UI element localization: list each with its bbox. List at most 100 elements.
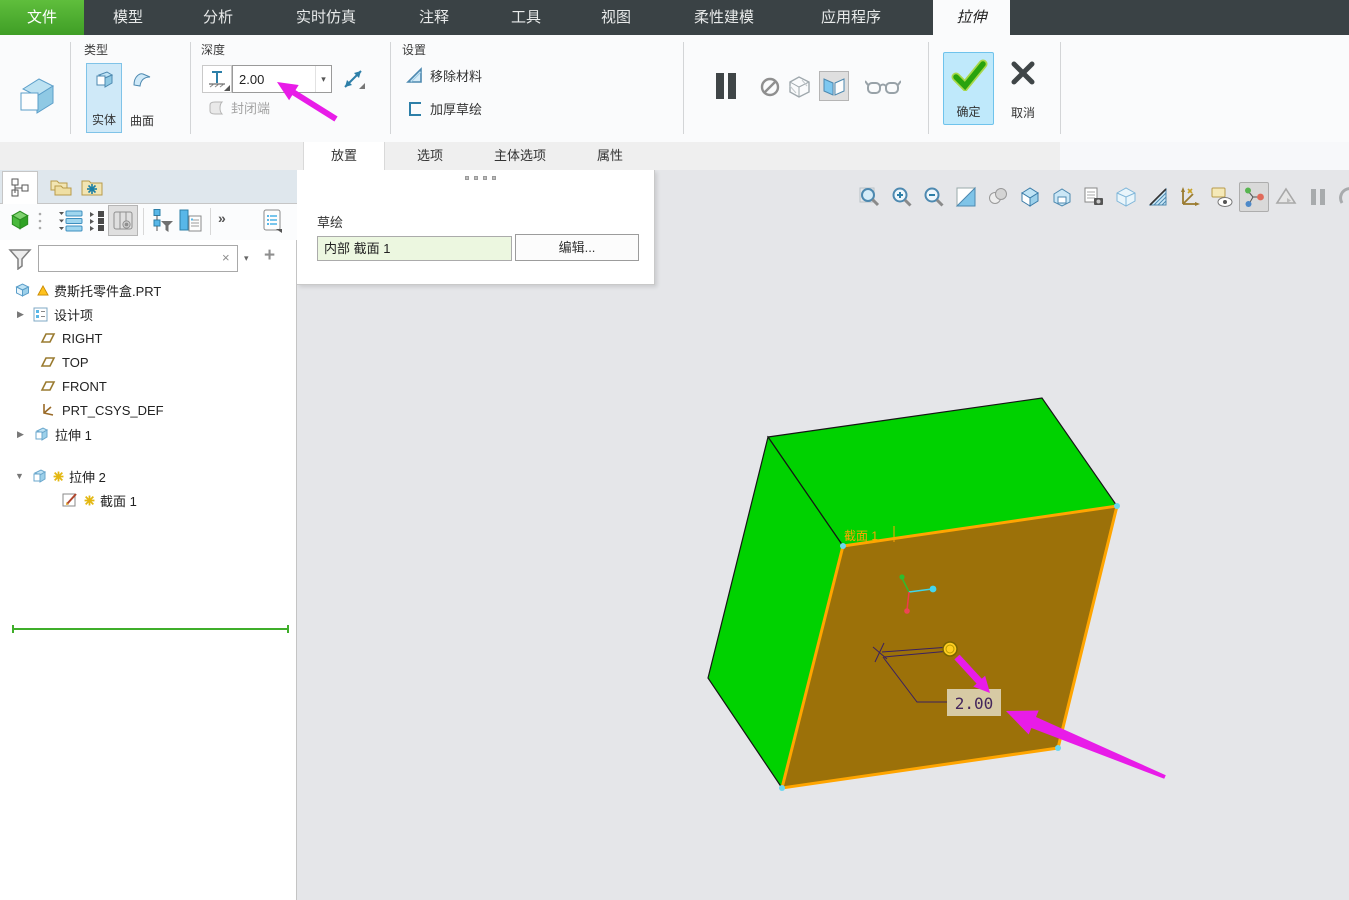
solid-type-button[interactable]: 实体 (86, 63, 122, 133)
thicken-sketch-toggle[interactable]: 加厚草绘 (405, 99, 482, 118)
shading-style-icon[interactable] (983, 182, 1013, 212)
folder-browser-icon[interactable] (42, 171, 78, 204)
expander-icon[interactable]: ▶ (17, 309, 27, 320)
menu-tab-extrude-active[interactable]: 拉伸 (933, 0, 1010, 35)
blind-depth-icon[interactable] (202, 65, 232, 93)
tree-row-extrude2[interactable]: ▼ 拉伸 2 (0, 464, 297, 488)
no-preview-icon[interactable] (758, 76, 782, 98)
edit-sketch-button[interactable]: 编辑... (515, 234, 639, 261)
depth-dropdown-arrow[interactable]: ▾ (315, 66, 331, 92)
tree-label[interactable]: 设计项 (54, 305, 93, 324)
pause-feature-icon[interactable] (711, 71, 741, 101)
section-view-icon[interactable] (1143, 182, 1173, 212)
depth-value-combobox[interactable]: 2.00 ▾ (232, 65, 332, 93)
grip-dots[interactable] (38, 212, 42, 235)
tree-label[interactable]: PRT_CSYS_DEF (62, 403, 164, 418)
depth-value[interactable]: 2.00 (233, 72, 315, 87)
tab-properties[interactable]: 属性 (565, 142, 655, 170)
menu-tab-applications[interactable]: 应用程序 (807, 0, 895, 35)
tree-row-right-plane[interactable]: RIGHT (0, 326, 297, 350)
geometry-preview-icon[interactable] (819, 71, 849, 101)
pause-display-icon[interactable] (1303, 182, 1333, 212)
menu-tab-model[interactable]: 模型 (98, 0, 158, 35)
insertion-locator-line[interactable] (12, 625, 289, 633)
expander-icon[interactable]: ▼ (15, 471, 25, 481)
tab-options[interactable]: 选项 (385, 142, 475, 170)
expander-icon[interactable]: ▶ (17, 429, 27, 440)
menu-tab-flex-modeling[interactable]: 柔性建模 (680, 0, 768, 35)
saved-orientations-icon[interactable] (1047, 182, 1077, 212)
tree-row-front-plane[interactable]: FRONT (0, 374, 297, 398)
menu-tab-view[interactable]: 视图 (586, 0, 646, 35)
tree-label[interactable]: FRONT (62, 379, 107, 394)
display-style-icon[interactable] (1015, 182, 1045, 212)
zoom-to-fit-icon[interactable] (855, 182, 885, 212)
tree-label[interactable]: TOP (62, 355, 89, 370)
zoom-in-icon[interactable] (887, 182, 917, 212)
surface-type-button[interactable]: 曲面 (124, 63, 160, 133)
tree-tab-strip (0, 170, 297, 204)
expand-levels-icon[interactable] (58, 209, 84, 238)
collapse-levels-icon[interactable] (88, 209, 108, 238)
tree-label[interactable]: RIGHT (62, 331, 102, 346)
tree-label[interactable]: 拉伸 1 (55, 425, 92, 444)
depth-drag-handle[interactable] (942, 641, 958, 657)
tab-placement[interactable]: 放置 (303, 142, 385, 170)
cancel-button[interactable]: 取消 (1000, 52, 1046, 125)
tree-row-top-plane[interactable]: TOP (0, 350, 297, 374)
surface-icon (133, 73, 151, 87)
spin-center-icon[interactable] (1239, 182, 1269, 212)
ok-button[interactable]: 确定 (943, 52, 994, 125)
filter-funnel-icon[interactable] (8, 248, 32, 275)
remove-material-toggle[interactable]: 移除材料 (405, 66, 482, 85)
panel-drag-handle[interactable] (465, 176, 496, 180)
tree-columns-icon[interactable] (108, 205, 138, 236)
search-dropdown-icon[interactable]: ▾ (244, 253, 249, 264)
tree-label[interactable]: 拉伸 2 (69, 467, 106, 486)
tree-row-design-items[interactable]: ▶ 设计项 (0, 302, 297, 326)
zoom-out-icon[interactable] (919, 182, 949, 212)
cancel-x-icon (1011, 61, 1035, 85)
add-filter-icon[interactable]: + (264, 245, 275, 267)
clear-search-icon[interactable]: × (222, 250, 230, 265)
tree-filter-icon[interactable] (150, 208, 174, 239)
view-manager-icon[interactable] (1079, 182, 1109, 212)
tree-row-csys[interactable]: PRT_CSYS_DEF (0, 398, 297, 422)
dimension-value[interactable]: 2.00 (955, 694, 994, 713)
clipped-more-icon[interactable] (1335, 182, 1349, 212)
tab-body-options[interactable]: 主体选项 (475, 142, 565, 170)
tree-row-part[interactable]: 费斯托零件盒.PRT (0, 278, 297, 302)
menu-tab-analysis[interactable]: 分析 (188, 0, 248, 35)
menu-tab-annotate[interactable]: 注释 (404, 0, 464, 35)
menu-tab-live-sim[interactable]: 实时仿真 (281, 0, 371, 35)
new-feature-badge (53, 471, 64, 481)
menu-tab-tools[interactable]: 工具 (496, 0, 556, 35)
favorites-folder-icon[interactable] (74, 171, 110, 204)
tree-search-input[interactable] (38, 245, 238, 272)
sketch-reference-field[interactable]: 内部 截面 1 (317, 236, 512, 261)
model-tree-icon[interactable] (2, 171, 38, 204)
datum-plane-icon (40, 381, 56, 391)
tree-row-extrude1[interactable]: ▶ 拉伸 1 (0, 422, 297, 446)
tree-label[interactable]: 截面 1 (100, 491, 137, 510)
wireframe-preview-icon[interactable] (785, 73, 813, 100)
graphics-area[interactable]: 截面 1 2.00 草绘 内部 截面 1 编辑... (297, 170, 1349, 900)
verify-glasses-icon[interactable] (864, 76, 902, 98)
sketch-section-label: 草绘 (317, 215, 344, 230)
more-chevron[interactable]: » (218, 210, 226, 226)
tree-filter-row: × ▾ + (0, 242, 297, 276)
part-cube-icon[interactable] (8, 208, 32, 237)
tree-options-icon[interactable] (178, 208, 204, 239)
tree-label[interactable]: 费斯托零件盒.PRT (54, 281, 161, 300)
tree-row-section1[interactable]: 截面 1 (0, 488, 297, 512)
prism-display-icon[interactable] (1271, 182, 1301, 212)
perspective-view-icon[interactable] (1111, 182, 1141, 212)
menu-tab-file[interactable]: 文件 (0, 0, 84, 35)
repaint-icon[interactable] (951, 182, 981, 212)
sketch-tag-label[interactable]: 截面 1 (844, 529, 878, 543)
flip-direction-icon[interactable] (338, 65, 368, 93)
settings-file-icon[interactable] (260, 208, 286, 240)
datum-display-icon[interactable] (1175, 182, 1205, 212)
annotation-display-icon[interactable] (1207, 182, 1237, 212)
extrude-feature-icon (35, 427, 49, 441)
